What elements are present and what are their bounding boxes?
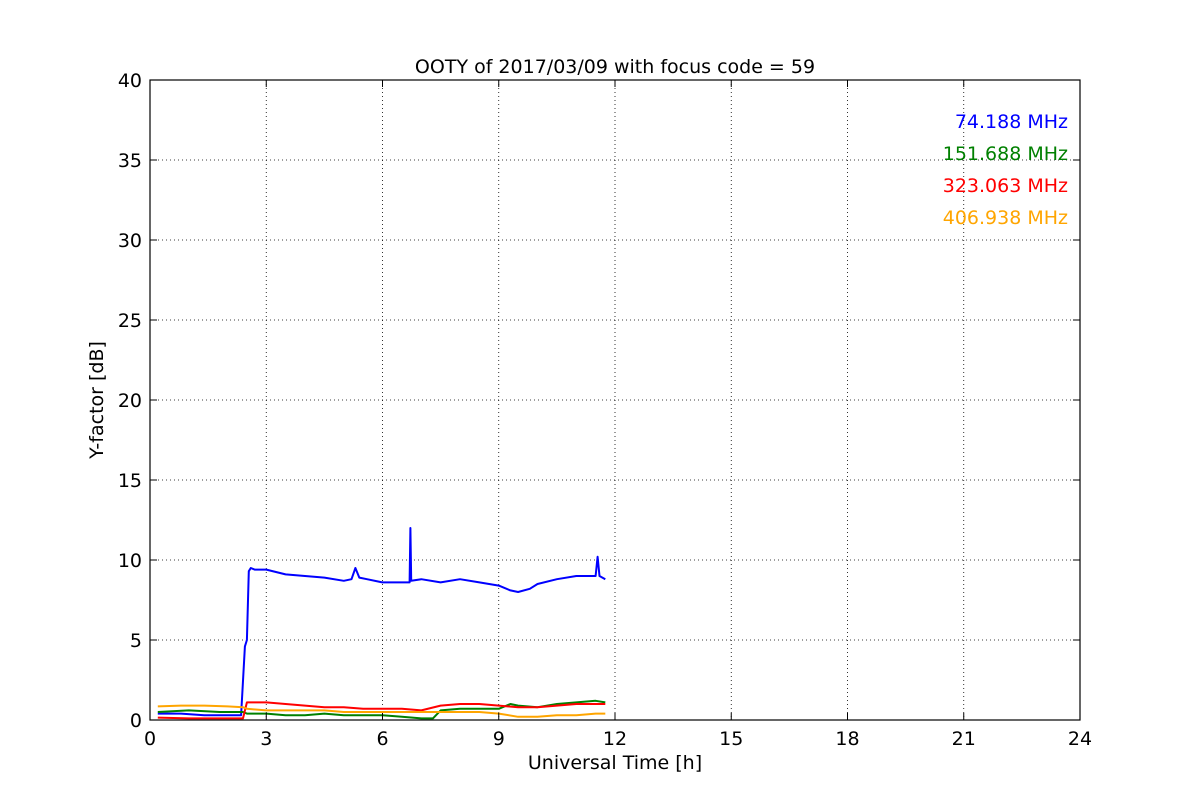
x-tick-label: 21: [952, 728, 976, 750]
y-axis-label: Y-factor [dB]: [86, 341, 108, 460]
chart-svg: OOTY of 2017/03/09 with focus code = 59 …: [86, 56, 1092, 774]
chart-title: OOTY of 2017/03/09 with focus code = 59: [415, 56, 815, 78]
legend-entry-4: 406.938 MHz: [943, 207, 1068, 229]
y-tick-label: 35: [118, 150, 142, 172]
y-tick-label: 10: [118, 550, 142, 572]
y-tick-label: 0: [130, 710, 142, 732]
x-tick-label: 24: [1068, 728, 1092, 750]
x-tick-label: 18: [835, 728, 859, 750]
y-tick-label: 5: [130, 630, 142, 652]
legend-entry-2: 151.688 MHz: [943, 143, 1068, 165]
x-tick-label: 6: [376, 728, 388, 750]
legend: 74.188 MHz 151.688 MHz 323.063 MHz 406.938 …: [943, 111, 1068, 229]
y-tick-label: 15: [118, 470, 142, 492]
grid-lines: [150, 80, 1080, 720]
x-tick-label: 15: [719, 728, 743, 750]
y-tick-label: 40: [118, 70, 142, 92]
chart: OOTY of 2017/03/09 with focus code = 59 …: [0, 0, 1200, 800]
y-tick-label: 30: [118, 230, 142, 252]
y-tick-label: 25: [118, 310, 142, 332]
plot-series: [157, 527, 606, 720]
legend-entry-1: 74.188 MHz: [955, 111, 1068, 133]
x-tick-label: 3: [260, 728, 272, 750]
series-line-1: [157, 527, 606, 717]
y-tick-label: 20: [118, 390, 142, 412]
x-tick-label: 9: [493, 728, 505, 750]
x-tick-label: 0: [144, 728, 156, 750]
x-axis-label: Universal Time [h]: [528, 752, 702, 774]
x-tick-label: 12: [603, 728, 627, 750]
legend-entry-3: 323.063 MHz: [943, 175, 1068, 197]
axis-ticks: 0 3 6 9 12 15 18 21 24 0 5 10 15 20 25 30 35 40: [118, 70, 1092, 750]
